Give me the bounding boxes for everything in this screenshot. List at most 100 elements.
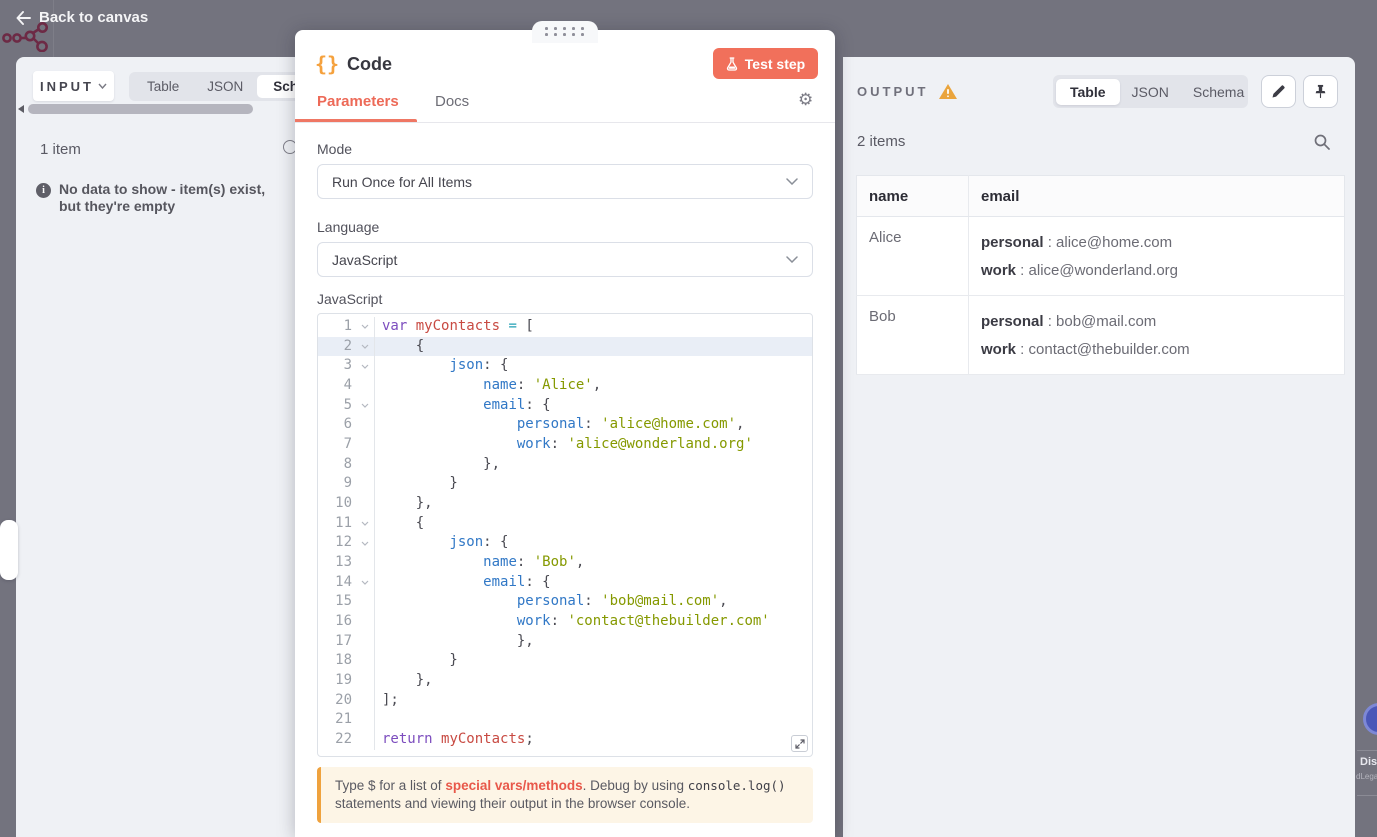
code-line[interactable]: 15 personal: 'bob@mail.com', xyxy=(318,592,812,613)
line-number: 18 xyxy=(335,652,352,669)
code-line[interactable]: 6 personal: 'alice@home.com', xyxy=(318,415,812,436)
code-line[interactable]: 14 email: { xyxy=(318,572,812,593)
fold-toggle[interactable] xyxy=(356,533,374,553)
language-label: Language xyxy=(317,219,380,235)
code-line-content: var myContacts = [ xyxy=(382,318,534,334)
output-tab-schema[interactable]: Schema xyxy=(1181,79,1256,105)
tab-docs[interactable]: Docs xyxy=(435,93,469,110)
mode-select[interactable]: Run Once for All Items xyxy=(317,164,813,199)
output-panel: OUTPUT Table JSON Schema 2 items name em… xyxy=(843,57,1355,837)
input-panel-title: INPUT xyxy=(40,78,94,94)
code-line[interactable]: 5 email: { xyxy=(318,395,812,416)
line-gutter: 4 xyxy=(318,376,375,396)
line-gutter: 15 xyxy=(318,592,375,613)
fold-toggle xyxy=(356,671,374,691)
fold-toggle[interactable] xyxy=(356,337,374,357)
output-tab-table[interactable]: Table xyxy=(1056,78,1120,105)
widget-avatar-icon[interactable] xyxy=(1363,703,1377,735)
edit-output-button[interactable] xyxy=(1261,75,1296,108)
code-line[interactable]: 16 work: 'contact@thebuilder.com' xyxy=(318,612,812,632)
code-line-content: json: { xyxy=(449,534,509,551)
code-line[interactable]: 20]; xyxy=(318,690,812,711)
chevron-down-icon xyxy=(786,178,798,185)
cell-email[interactable]: personal : alice@home.com work : alice@wo… xyxy=(968,216,1345,296)
fold-toggle xyxy=(356,455,374,475)
code-line[interactable]: 4 name: 'Alice', xyxy=(318,376,812,396)
input-source-select[interactable]: INPUT xyxy=(33,71,114,101)
code-line[interactable]: 3 json: { xyxy=(318,356,812,377)
code-line[interactable]: 9 } xyxy=(318,474,812,495)
table-row[interactable]: Bob personal : bob@mail.com work : contact… xyxy=(856,295,1345,375)
code-line[interactable]: 7 work: 'alice@wonderland.org' xyxy=(318,435,812,455)
column-header-email[interactable]: email xyxy=(968,175,1345,217)
fold-toggle xyxy=(356,691,374,711)
input-tab-schema[interactable]: Schema xyxy=(257,75,296,98)
pin-data-button[interactable] xyxy=(1303,75,1338,108)
search-icon[interactable] xyxy=(1314,134,1330,150)
flask-icon xyxy=(726,56,737,71)
code-line[interactable]: 11 { xyxy=(318,513,812,534)
special-vars-link[interactable]: special vars/methods xyxy=(445,778,582,793)
code-line[interactable]: 8 }, xyxy=(318,454,812,475)
cell-name[interactable]: Alice xyxy=(856,216,969,296)
tab-parameters[interactable]: Parameters xyxy=(317,93,399,110)
code-line[interactable]: 19 }, xyxy=(318,671,812,691)
code-line[interactable]: 2 { xyxy=(318,336,812,357)
line-gutter: 20 xyxy=(318,690,375,711)
code-lines: 1 var myContacts = [2 {3 json: {4 name: '… xyxy=(318,317,812,750)
output-table: name email Alice personal : alice@home.co… xyxy=(856,175,1345,375)
code-node-icon: {} xyxy=(315,52,340,76)
expand-editor-button[interactable] xyxy=(791,735,808,752)
code-line[interactable]: 1 var myContacts = [ xyxy=(318,317,812,337)
fold-toggle xyxy=(356,494,374,514)
code-line[interactable]: 18 } xyxy=(318,651,812,672)
cell-name[interactable]: Bob xyxy=(856,295,969,375)
fold-toggle[interactable] xyxy=(356,317,374,337)
output-items-count: 2 items xyxy=(857,133,906,150)
back-to-canvas-button[interactable]: Back to canvas xyxy=(16,9,148,26)
cell-email[interactable]: personal : bob@mail.com work : contact@th… xyxy=(968,295,1345,375)
chevron-down-icon xyxy=(98,83,107,89)
pencil-icon xyxy=(1272,85,1285,98)
input-tab-json[interactable]: JSON xyxy=(193,75,257,98)
line-number: 21 xyxy=(335,711,352,728)
fold-toggle[interactable] xyxy=(356,573,374,593)
code-line[interactable]: 22 return myContacts; xyxy=(318,730,812,750)
fold-toggle[interactable] xyxy=(356,396,374,416)
input-view-tabs: Table JSON Schema xyxy=(129,72,296,101)
panel-resize-handle[interactable] xyxy=(0,520,18,580)
email-entry: work : alice@wonderland.org xyxy=(981,262,1178,279)
table-row[interactable]: Alice personal : alice@home.com work : ali… xyxy=(856,216,1345,296)
code-line-content: } xyxy=(382,475,458,492)
code-line[interactable]: 12 json: { xyxy=(318,533,812,554)
widget-label: Dis xyxy=(1360,756,1377,768)
line-number: 2 xyxy=(343,337,352,354)
node-settings-button[interactable]: ⚙ xyxy=(798,90,813,110)
code-line-content: work: 'contact@thebuilder.com' xyxy=(516,613,770,630)
fold-toggle[interactable] xyxy=(356,356,374,376)
horizontal-scrollbar[interactable] xyxy=(28,104,253,114)
code-editor[interactable]: 1 var myContacts = [2 {3 json: {4 name: '… xyxy=(317,313,813,757)
code-line-content: json: { xyxy=(449,357,509,374)
code-line[interactable]: 21 xyxy=(318,710,812,731)
fold-toggle[interactable] xyxy=(356,514,374,534)
line-number: 1 xyxy=(343,318,352,334)
code-line[interactable]: 13 name: 'Bob', xyxy=(318,553,812,573)
code-line[interactable]: 17 }, xyxy=(318,631,812,652)
modal-drag-handle[interactable] xyxy=(532,21,598,43)
code-line-content: } xyxy=(382,652,458,669)
column-header-name[interactable]: name xyxy=(856,175,969,217)
code-line-content: personal: 'alice@home.com', xyxy=(516,416,745,433)
line-number: 22 xyxy=(335,731,352,748)
output-tab-json[interactable]: JSON xyxy=(1120,79,1181,105)
fold-chevron-icon xyxy=(361,344,369,349)
hint-code: console.log() xyxy=(687,778,786,793)
scroll-left-arrow-icon[interactable] xyxy=(18,105,24,113)
line-number: 3 xyxy=(343,357,352,374)
input-tab-table[interactable]: Table xyxy=(133,75,193,98)
code-line[interactable]: 10 }, xyxy=(318,494,812,514)
mode-label: Mode xyxy=(317,141,353,157)
language-select[interactable]: JavaScript xyxy=(317,242,813,277)
line-gutter: 2 xyxy=(318,336,375,357)
test-step-button[interactable]: Test step xyxy=(713,48,818,79)
